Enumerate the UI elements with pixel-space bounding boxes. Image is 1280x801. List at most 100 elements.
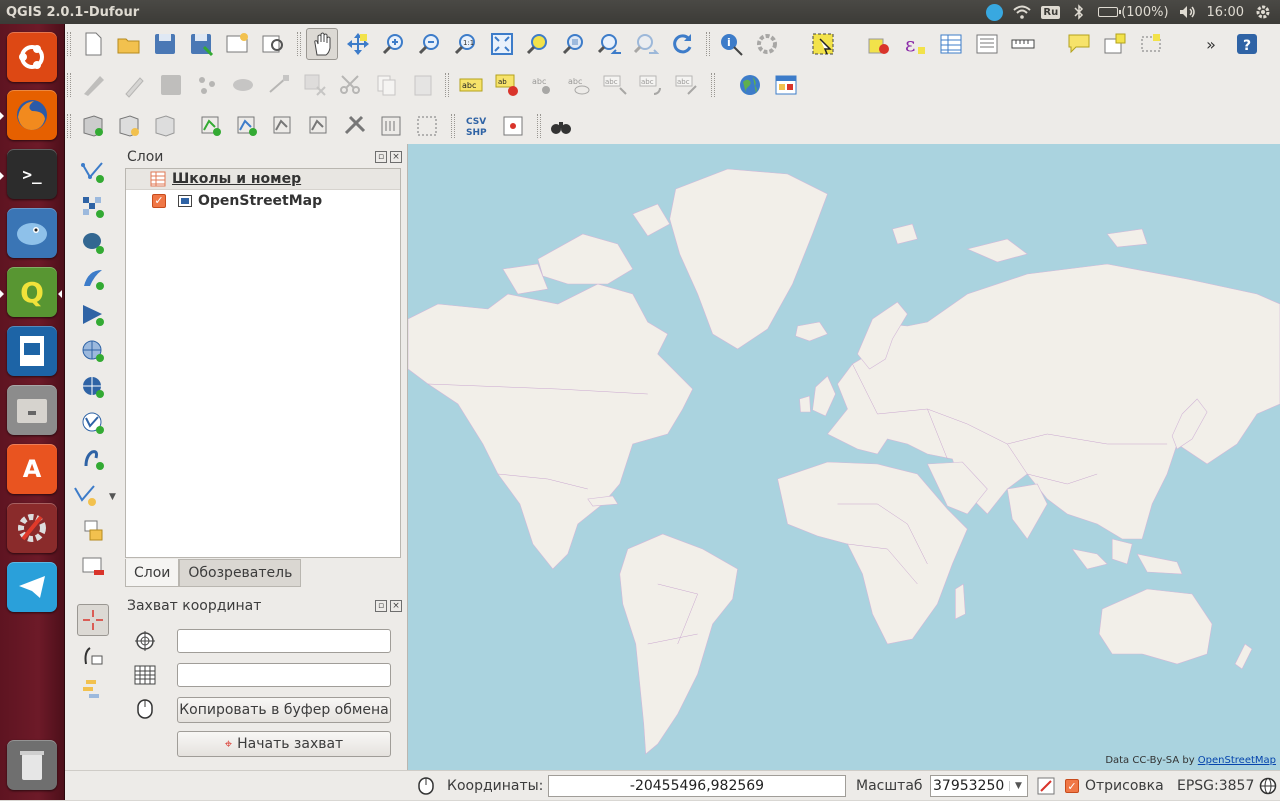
map-canvas[interactable]: Data CC-By-SA by OpenStreetMap xyxy=(407,144,1280,770)
bluetooth-icon[interactable] xyxy=(1070,3,1088,21)
chevron-down-icon[interactable]: ▼ xyxy=(1009,781,1027,791)
zoom-out-icon[interactable] xyxy=(414,28,446,60)
csv-to-shp-icon[interactable]: CSV SHP xyxy=(461,110,493,142)
pin-labels-icon[interactable]: abc xyxy=(527,69,559,101)
crs-coordinates-field[interactable] xyxy=(177,629,391,653)
change-label-icon[interactable]: abc xyxy=(671,69,703,101)
layer-tree[interactable]: Школы и номер ✓ OpenStreetMap xyxy=(125,168,401,558)
close-panel-icon[interactable]: × xyxy=(390,600,402,612)
show-bookmarks-icon[interactable] xyxy=(1135,28,1167,60)
field-calculator-icon[interactable]: ε xyxy=(899,28,931,60)
point-sampling-icon[interactable] xyxy=(497,110,529,142)
add-wcs-layer-icon[interactable] xyxy=(77,371,109,403)
cut-features-icon[interactable] xyxy=(335,69,367,101)
new-print-composer-icon[interactable] xyxy=(221,28,253,60)
add-mssql-layer-icon[interactable] xyxy=(77,299,109,331)
coordinate-capture-list-icon[interactable] xyxy=(77,673,109,705)
volume-icon[interactable] xyxy=(1179,3,1197,21)
attribution-link[interactable]: OpenStreetMap xyxy=(1198,755,1276,766)
attribute-table-icon[interactable] xyxy=(935,28,967,60)
open-project-icon[interactable] xyxy=(113,28,145,60)
canvas-coordinates-field[interactable] xyxy=(177,663,391,687)
zoom-next-icon[interactable] xyxy=(630,28,662,60)
node-tool-icon[interactable] xyxy=(263,69,295,101)
run-feature-action-icon[interactable] xyxy=(751,28,783,60)
add-postgis-layer-icon[interactable] xyxy=(77,227,109,259)
libreoffice-impress-icon[interactable] xyxy=(7,326,57,376)
tab-layers[interactable]: Слои xyxy=(125,559,180,587)
search-binoculars-icon[interactable] xyxy=(545,110,577,142)
map-tips-icon[interactable] xyxy=(1063,28,1095,60)
new-project-icon[interactable] xyxy=(77,28,109,60)
zonal-statistics-icon[interactable] xyxy=(411,110,443,142)
scale-combobox[interactable]: 37953250 ▼ xyxy=(930,775,1028,797)
render-toggle[interactable]: ✓ Отрисовка xyxy=(1065,771,1164,801)
openlayers-globe-icon[interactable] xyxy=(734,69,766,101)
add-spatialite-layer-icon[interactable] xyxy=(77,263,109,295)
new-layer-icon[interactable] xyxy=(77,110,109,142)
layer-diagram-options-icon[interactable]: ab xyxy=(491,69,523,101)
system-settings-icon[interactable] xyxy=(7,503,57,553)
zoom-full-icon[interactable] xyxy=(486,28,518,60)
deselect-all-icon[interactable] xyxy=(863,28,895,60)
new-bookmark-icon[interactable] xyxy=(1099,28,1131,60)
add-vector-layer-icon[interactable] xyxy=(77,156,109,188)
clock[interactable]: 16:00 xyxy=(1207,5,1244,20)
current-edits-icon[interactable] xyxy=(77,69,109,101)
show-hide-labels-icon[interactable]: abc xyxy=(563,69,595,101)
layer-group-row[interactable]: Школы и номер xyxy=(126,169,400,190)
layer-properties-icon[interactable] xyxy=(267,110,299,142)
zoom-to-selection-icon[interactable] xyxy=(522,28,554,60)
save-layer-edits-icon[interactable] xyxy=(155,69,187,101)
save-project-icon[interactable] xyxy=(149,28,181,60)
measure-line-icon[interactable] xyxy=(1007,28,1039,60)
render-checkbox[interactable]: ✓ xyxy=(1065,779,1079,793)
save-as-icon[interactable] xyxy=(185,28,217,60)
crs-selector-icon[interactable] xyxy=(133,629,157,653)
add-wms-layer-icon[interactable] xyxy=(77,335,109,367)
composer-manager-icon[interactable] xyxy=(257,28,289,60)
qgis-icon[interactable]: Q xyxy=(7,267,57,317)
add-delimited-text-layer-icon[interactable] xyxy=(77,443,109,475)
select-features-icon[interactable] xyxy=(807,28,839,60)
float-panel-icon[interactable]: ▫ xyxy=(375,600,387,612)
coordinate-capture-edit-icon[interactable] xyxy=(77,639,109,671)
tab-browser[interactable]: Обозреватель xyxy=(179,559,302,587)
layer-row[interactable]: ✓ OpenStreetMap xyxy=(126,190,400,211)
pidgin-icon[interactable] xyxy=(7,208,57,258)
session-gear-icon[interactable] xyxy=(1254,3,1272,21)
paste-features-icon[interactable] xyxy=(407,69,439,101)
new-spatialite-layer-icon[interactable] xyxy=(113,110,145,142)
close-panel-icon[interactable]: × xyxy=(390,151,402,163)
coordinate-capture-tool-icon[interactable] xyxy=(77,604,109,636)
move-feature-icon[interactable] xyxy=(227,69,259,101)
coordinates-field[interactable]: -20455496,982569 xyxy=(548,775,846,797)
zoom-last-icon[interactable] xyxy=(594,28,626,60)
pan-map-icon[interactable] xyxy=(306,28,338,60)
stop-rendering-icon[interactable] xyxy=(1037,771,1055,801)
zoom-actual-size-icon[interactable]: 1:1 xyxy=(450,28,482,60)
zoom-in-icon[interactable] xyxy=(378,28,410,60)
toggle-extents-icon[interactable] xyxy=(417,771,435,801)
layer-labeling-options-icon[interactable]: abc xyxy=(455,69,487,101)
file-manager-icon[interactable] xyxy=(7,385,57,435)
new-gpx-layer-icon[interactable] xyxy=(77,515,109,547)
add-wfs-layer-icon[interactable] xyxy=(77,407,109,439)
add-vector-to-canvas-icon[interactable] xyxy=(195,110,227,142)
add-feature-icon[interactable] xyxy=(191,69,223,101)
dropdown-arrow-icon[interactable]: ▼ xyxy=(109,492,116,502)
start-capture-button[interactable]: ⌖ Начать захват xyxy=(177,731,391,757)
remove-layer-icon[interactable] xyxy=(149,110,181,142)
plugin-calendar-icon[interactable] xyxy=(770,69,802,101)
toggle-editing-icon[interactable] xyxy=(119,69,151,101)
delete-selected-icon[interactable] xyxy=(299,69,331,101)
rotate-label-icon[interactable]: abc xyxy=(635,69,667,101)
raster-info-icon[interactable] xyxy=(375,110,407,142)
software-center-icon[interactable]: A xyxy=(7,444,57,494)
copy-features-icon[interactable] xyxy=(371,69,403,101)
crs-status[interactable]: EPSG:3857 xyxy=(1177,771,1254,801)
telegram-tray-icon[interactable] xyxy=(985,3,1003,21)
toolbar-overflow-icon[interactable]: » xyxy=(1195,28,1227,60)
float-panel-icon[interactable]: ▫ xyxy=(375,151,387,163)
crs-globe-icon[interactable] xyxy=(1259,771,1277,801)
